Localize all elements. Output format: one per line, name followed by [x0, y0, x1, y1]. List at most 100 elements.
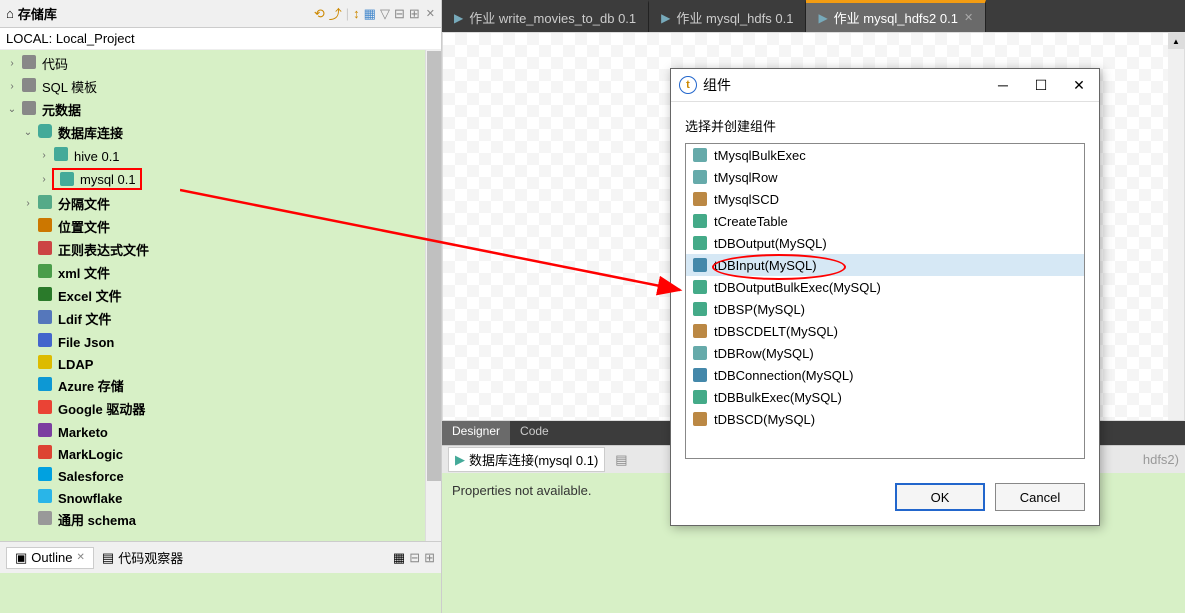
- component-item-9[interactable]: tDBRow(MySQL): [686, 342, 1084, 364]
- tree-item-17[interactable]: MarkLogic: [0, 442, 441, 464]
- component-label: tMysqlBulkExec: [714, 148, 806, 163]
- expand-icon[interactable]: ›: [36, 174, 52, 185]
- ok-button[interactable]: OK: [895, 483, 985, 511]
- expand-icon[interactable]: ›: [20, 198, 36, 209]
- tree-item-0[interactable]: ›代码: [0, 52, 441, 75]
- toolbar-btn-max[interactable]: ⊞: [409, 6, 420, 22]
- tree-item-11[interactable]: Ldif 文件: [0, 307, 441, 330]
- component-item-1[interactable]: tMysqlRow: [686, 166, 1084, 188]
- tree-item-label: Google 驱动器: [58, 402, 145, 417]
- tree-item-label: Ldif 文件: [58, 312, 111, 327]
- component-item-4[interactable]: tDBOutput(MySQL): [686, 232, 1084, 254]
- ico-xml-icon: [36, 263, 54, 279]
- tree-item-label: Marketo: [58, 425, 108, 440]
- outline-tab[interactable]: ▣ Outline ✕: [6, 547, 94, 569]
- ico-json-icon: [36, 332, 54, 348]
- editor-tab-1[interactable]: ▶作业 mysql_hdfs 0.1: [649, 0, 806, 32]
- tree-item-13[interactable]: LDAP: [0, 352, 441, 374]
- tree-item-label: SQL 模板: [42, 80, 97, 95]
- component-item-6[interactable]: tDBOutputBulkExec(MySQL): [686, 276, 1084, 298]
- expand-icon[interactable]: ⌄: [4, 104, 20, 115]
- outline-tool-1[interactable]: ▦: [393, 550, 405, 566]
- component-item-5[interactable]: tDBInput(MySQL): [686, 254, 1084, 276]
- expand-icon[interactable]: ⌄: [20, 127, 36, 138]
- editor-tab-label: 作业 mysql_hdfs2 0.1: [834, 8, 958, 27]
- toolbar-btn-min[interactable]: ⊟: [394, 6, 405, 22]
- tree-item-7[interactable]: 位置文件: [0, 215, 441, 238]
- tree-item-2[interactable]: ⌄元数据: [0, 98, 441, 121]
- tree-item-14[interactable]: Azure 存储: [0, 374, 441, 397]
- bottom-tab-extra-icon[interactable]: ▤: [615, 452, 627, 468]
- ico-arrow-icon: [52, 146, 70, 162]
- component-icon: [692, 323, 708, 339]
- component-icon: [692, 411, 708, 427]
- toolbar-btn-4[interactable]: ▦: [364, 6, 376, 22]
- outline-tabbar: ▣ Outline ✕ ▤ 代码观察器 ▦ ⊟ ⊞: [0, 541, 441, 573]
- tree-item-18[interactable]: Salesforce: [0, 464, 441, 486]
- component-list[interactable]: tMysqlBulkExec tMysqlRowtMysqlSCD tCreateT…: [685, 143, 1085, 459]
- dialog-instruction: 选择并创建组件: [685, 116, 1085, 135]
- toolbar-btn-2[interactable]: ⤴: [329, 4, 342, 23]
- db-connection-tab[interactable]: ▶ 数据库连接(mysql 0.1): [448, 447, 605, 472]
- outline-close-icon[interactable]: ✕: [77, 552, 85, 563]
- outline-tool-min[interactable]: ⊟: [409, 550, 420, 566]
- component-label: tDBOutputBulkExec(MySQL): [714, 280, 881, 295]
- component-item-12[interactable]: tDBSCD(MySQL): [686, 408, 1084, 430]
- component-item-8[interactable]: tDBSCDELT(MySQL): [686, 320, 1084, 342]
- bottom-tab-partial: hdfs2): [1143, 452, 1179, 467]
- expand-icon[interactable]: ›: [36, 150, 52, 161]
- tree-item-label: LDAP: [58, 357, 93, 372]
- tree-item-4[interactable]: ›hive 0.1: [0, 144, 441, 166]
- dialog-app-icon: t: [679, 76, 697, 94]
- tree-item-9[interactable]: xml 文件: [0, 261, 441, 284]
- tree-item-5[interactable]: ›mysql 0.1: [0, 166, 441, 192]
- outline-tool-max[interactable]: ⊞: [424, 550, 435, 566]
- tree-item-15[interactable]: Google 驱动器: [0, 397, 441, 420]
- tree-item-12[interactable]: File Json: [0, 330, 441, 352]
- toolbar-btn-1[interactable]: ⟲: [314, 6, 325, 22]
- component-item-10[interactable]: tDBConnection(MySQL): [686, 364, 1084, 386]
- dialog-close-button[interactable]: ✕: [1067, 77, 1091, 94]
- code-inspector-tab[interactable]: ▤ 代码观察器: [94, 546, 191, 569]
- component-icon: [692, 191, 708, 207]
- component-item-0[interactable]: tMysqlBulkExec: [686, 144, 1084, 166]
- tree-item-3[interactable]: ⌄数据库连接: [0, 121, 441, 144]
- tree-item-label: 位置文件: [58, 220, 110, 235]
- dialog-title: 组件: [703, 75, 991, 95]
- dialog-maximize-button[interactable]: ☐: [1029, 77, 1053, 94]
- editor-tab-2[interactable]: ▶ 作业 mysql_hdfs2 0.1 ✕: [806, 0, 986, 32]
- dialog-minimize-button[interactable]: ─: [991, 77, 1015, 94]
- tree-item-16[interactable]: Marketo: [0, 420, 441, 442]
- component-label: tCreateTable: [714, 214, 788, 229]
- expand-icon[interactable]: ›: [4, 81, 20, 92]
- tree-item-label: 通用 schema: [58, 513, 136, 528]
- tree-scrollbar[interactable]: [425, 50, 441, 541]
- component-item-2[interactable]: tMysqlSCD: [686, 188, 1084, 210]
- tree-item-10[interactable]: Excel 文件: [0, 284, 441, 307]
- editor-tab-0[interactable]: ▶作业 write_movies_to_db 0.1: [442, 0, 649, 32]
- tree-item-20[interactable]: 通用 schema: [0, 508, 441, 531]
- code-tab[interactable]: Code: [510, 421, 559, 445]
- sidebar-title: 存储库: [18, 4, 314, 23]
- toolbar-btn-5[interactable]: ▽: [380, 6, 390, 22]
- sidebar-close-icon[interactable]: ✕: [426, 7, 435, 20]
- canvas-scrollbar[interactable]: ▲: [1168, 33, 1184, 420]
- tree-item-1[interactable]: › SQL 模板: [0, 75, 441, 98]
- scroll-up-icon[interactable]: ▲: [1168, 33, 1184, 49]
- component-label: tDBConnection(MySQL): [714, 368, 853, 383]
- ico-db-icon: [36, 123, 54, 139]
- tree-item-19[interactable]: Snowflake: [0, 486, 441, 508]
- tree-item-label: Azure 存储: [58, 379, 124, 394]
- component-item-11[interactable]: tDBBulkExec(MySQL): [686, 386, 1084, 408]
- designer-tab[interactable]: Designer: [442, 421, 510, 445]
- toolbar-btn-3[interactable]: ↕: [353, 6, 360, 21]
- tree-item-8[interactable]: 正则表达式文件: [0, 238, 441, 261]
- tab-close-icon[interactable]: ✕: [964, 11, 973, 24]
- component-item-7[interactable]: tDBSP(MySQL): [686, 298, 1084, 320]
- expand-icon[interactable]: ›: [4, 58, 20, 69]
- cancel-button[interactable]: Cancel: [995, 483, 1085, 511]
- component-item-3[interactable]: tCreateTable: [686, 210, 1084, 232]
- ico-excel-icon: [36, 286, 54, 302]
- tree-item-6[interactable]: ›分隔文件: [0, 192, 441, 215]
- job-icon: ▶: [818, 11, 827, 25]
